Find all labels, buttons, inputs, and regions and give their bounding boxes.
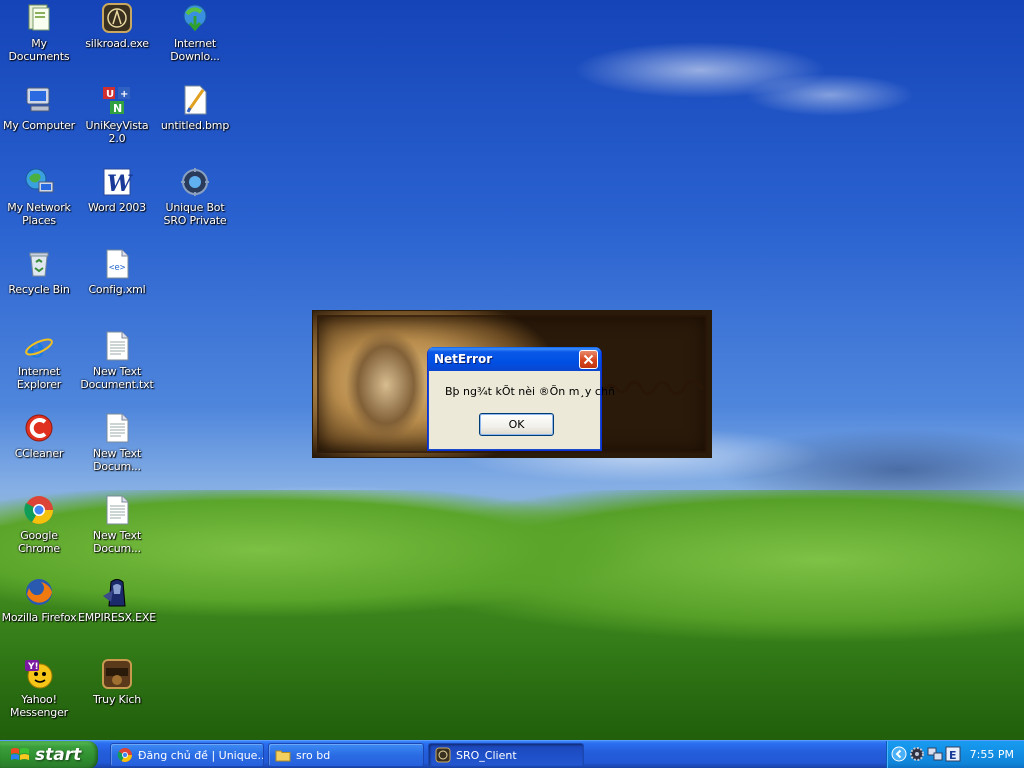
dialog-body: Bþ ng¾t kÕt nèi ®Õn m¸y chñ OK <box>431 371 615 447</box>
icon-label: Yahoo! Messenger <box>10 693 68 719</box>
icon-label: Recycle Bin <box>8 283 70 296</box>
ccleaner-icon <box>23 412 55 444</box>
text-file-icon <box>101 412 133 444</box>
download-manager-icon <box>179 2 211 34</box>
taskbar-item-label: Đăng chủ đề | Unique... <box>138 748 264 762</box>
svg-text:U: U <box>106 89 114 100</box>
desktop-icon-mozilla-firefox[interactable]: Mozilla Firefox <box>0 576 78 624</box>
icon-label: UniKeyVista 2.0 <box>85 119 149 145</box>
tray-language-icon[interactable]: E <box>945 746 961 762</box>
icon-label: New Text Docum... <box>92 447 142 473</box>
icon-label: My Computer <box>3 119 75 132</box>
icon-label: silkroad.exe <box>85 37 149 50</box>
desktop-icon-ccleaner[interactable]: CCleaner <box>0 412 78 460</box>
desktop-icon-truy-kich[interactable]: Truy Kich <box>78 658 156 706</box>
icon-label: Truy Kich <box>92 693 142 706</box>
desktop-icon-internet-download-manager[interactable]: Internet Downlo... <box>156 2 234 63</box>
desktop-icon-config-xml[interactable]: <e> Config.xml <box>78 248 156 296</box>
taskbar-item-label: sro bd <box>296 748 331 762</box>
dialog-titlebar[interactable]: NetError <box>428 347 601 371</box>
desktop-icon-my-documents[interactable]: My Documents <box>0 2 78 63</box>
svg-text:Y!: Y! <box>27 662 39 672</box>
xml-file-icon: <e> <box>101 248 133 280</box>
taskbar-item-sro-client[interactable]: SRO_Client <box>428 743 584 767</box>
desktop-icon-recycle-bin[interactable]: Recycle Bin <box>0 248 78 296</box>
windows-flag-icon <box>10 745 30 765</box>
internet-explorer-icon: e <box>23 330 55 362</box>
google-chrome-icon <box>117 747 133 763</box>
taskbar-item-chrome[interactable]: Đăng chủ đề | Unique... <box>110 743 264 767</box>
icon-label: New Text Docum... <box>92 529 142 555</box>
desktop-icon-unikeyvista[interactable]: U + N UniKeyVista 2.0 <box>78 84 156 145</box>
unikey-icon: U + N <box>101 84 133 116</box>
icon-label: Internet Downlo... <box>170 37 220 63</box>
desktop-icon-new-text-document-2[interactable]: New Text Docum... <box>78 412 156 473</box>
desktop-icon-new-text-document-3[interactable]: New Text Docum... <box>78 494 156 555</box>
taskbar-item-label: SRO_Client <box>456 748 517 762</box>
network-places-icon <box>23 166 55 198</box>
yahoo-messenger-icon: Y! <box>23 658 55 690</box>
dialog-close-button[interactable] <box>579 350 598 369</box>
text-file-icon <box>101 494 133 526</box>
my-computer-icon <box>23 84 55 116</box>
desktop-icon-internet-explorer[interactable]: e Internet Explorer <box>0 330 78 391</box>
truy-kich-icon <box>101 658 133 690</box>
start-button[interactable]: start <box>0 741 98 768</box>
icon-label: CCleaner <box>14 447 64 460</box>
dialog-title: NetError <box>434 352 493 366</box>
icon-label: My Network Places <box>7 201 71 227</box>
close-icon <box>583 354 594 365</box>
folder-icon <box>275 747 291 763</box>
icon-label: Google Chrome <box>18 529 60 555</box>
desktop-icon-new-text-document-1[interactable]: New Text Document.txt <box>78 330 156 391</box>
google-chrome-icon <box>23 494 55 526</box>
silkroad-icon <box>435 747 451 763</box>
bitmap-file-icon <box>179 84 211 116</box>
word-icon: W <box>101 166 133 198</box>
icon-label: Config.xml <box>88 283 146 296</box>
taskbar: start Đăng chủ đề | Unique... sro bd SRO… <box>0 740 1024 768</box>
empiresx-icon <box>101 576 133 608</box>
svg-text:W: W <box>107 171 133 197</box>
text-file-icon <box>101 330 133 362</box>
dialog-message: Bþ ng¾t kÕt nèi ®Õn m¸y chñ <box>445 385 615 398</box>
neterror-dialog: NetError Bþ ng¾t kÕt nèi ®Õn m¸y chñ OK <box>427 347 615 451</box>
start-label: start <box>35 745 82 765</box>
silkroad-icon <box>101 2 133 34</box>
icon-label: Internet Explorer <box>16 365 62 391</box>
recycle-bin-icon <box>23 248 55 280</box>
desktop-icon-google-chrome[interactable]: Google Chrome <box>0 494 78 555</box>
icon-label: Unique Bot SRO Private <box>163 201 227 227</box>
desktop-icon-untitled-bmp[interactable]: untitled.bmp <box>156 84 234 132</box>
icon-label: My Documents <box>8 37 70 63</box>
desktop-icon-empiresx-exe[interactable]: EMPIRESX.EXE <box>78 576 156 624</box>
svg-text:N: N <box>113 102 122 115</box>
svg-text:E: E <box>949 749 957 762</box>
dialog-ok-button[interactable]: OK <box>479 413 554 436</box>
icon-label: untitled.bmp <box>160 119 230 132</box>
system-tray: E 7:55 PM <box>886 741 1024 768</box>
tray-expand-chevron-icon[interactable] <box>891 746 907 762</box>
desktop-icon-my-network-places[interactable]: My Network Places <box>0 166 78 227</box>
mozilla-firefox-icon <box>23 576 55 608</box>
desktop-icon-yahoo-messenger[interactable]: Y! Yahoo! Messenger <box>0 658 78 719</box>
taskbar-item-sro-bd[interactable]: sro bd <box>268 743 424 767</box>
desktop-icon-silkroad-exe[interactable]: silkroad.exe <box>78 2 156 50</box>
my-documents-icon <box>23 2 55 34</box>
tray-clock[interactable]: 7:55 PM <box>970 748 1014 761</box>
desktop-icon-my-computer[interactable]: My Computer <box>0 84 78 132</box>
icon-label: New Text Document.txt <box>80 365 154 391</box>
icon-label: EMPIRESX.EXE <box>78 611 156 624</box>
tray-network-icon[interactable] <box>927 746 943 762</box>
desktop-icon-word-2003[interactable]: W Word 2003 <box>78 166 156 214</box>
tray-gear-icon[interactable] <box>909 746 925 762</box>
icon-label: Mozilla Firefox <box>1 611 77 624</box>
icon-label: Word 2003 <box>88 201 146 214</box>
svg-text:+: + <box>120 89 128 100</box>
desktop-icon-unique-bot[interactable]: Unique Bot SRO Private <box>156 166 234 227</box>
unique-bot-icon <box>179 166 211 198</box>
svg-text:<e>: <e> <box>109 263 126 273</box>
